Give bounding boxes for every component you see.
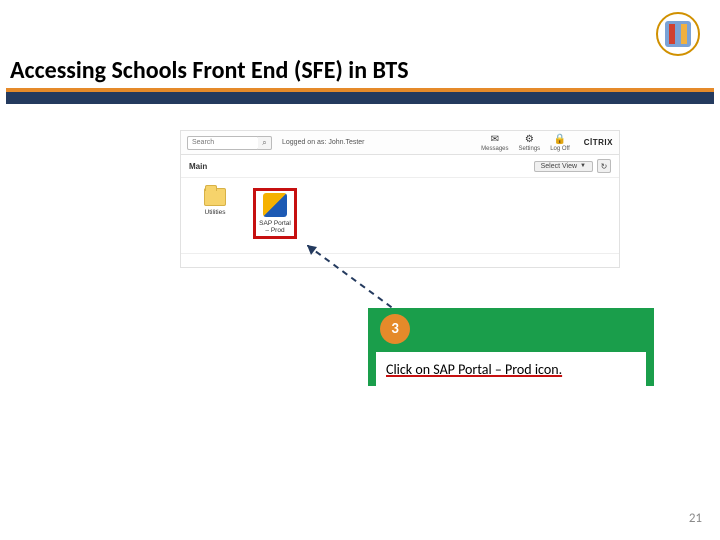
settings-button[interactable]: ⚙ Settings [519, 133, 541, 152]
district-logo [656, 12, 700, 56]
utilities-label: Utilities [205, 209, 226, 216]
breadcrumb-row: Main Select View ▼ ↻ [181, 155, 619, 178]
messages-label: Messages [481, 146, 508, 152]
messages-button[interactable]: ✉ Messages [481, 133, 508, 152]
step-number-badge: 3 [380, 314, 410, 344]
citrix-topbar: Search ⌕ Logged on as: John.Tester ✉ Mes… [181, 131, 619, 155]
sap-portal-label: SAP Portal – Prod [258, 220, 292, 234]
search-icon: ⌕ [262, 138, 266, 148]
select-view-dropdown[interactable]: Select View ▼ [534, 161, 593, 172]
sap-shield-icon [263, 193, 287, 217]
envelope-icon: ✉ [489, 133, 501, 145]
page-number: 21 [689, 511, 702, 526]
refresh-button[interactable]: ↻ [597, 159, 611, 173]
logoff-label: Log Off [550, 146, 570, 152]
slide-title: Accessing Schools Front End (SFE) in BTS [10, 56, 409, 85]
search-input[interactable]: Search [187, 136, 259, 150]
chevron-down-icon: ▼ [580, 163, 586, 169]
logoff-button[interactable]: 🔒 Log Off [550, 133, 570, 152]
select-view-label: Select View [541, 163, 577, 170]
lock-icon: 🔒 [554, 133, 566, 145]
utilities-folder[interactable]: Utilities [193, 188, 237, 239]
citrix-brand: CİTRIX [584, 138, 613, 147]
settings-label: Settings [519, 146, 541, 152]
folder-icon [204, 188, 226, 206]
gear-icon: ⚙ [523, 133, 535, 145]
search-button[interactable]: ⌕ [258, 136, 272, 150]
logged-on-text: Logged on as: John.Tester [282, 139, 365, 146]
sap-portal-prod-app[interactable]: SAP Portal – Prod [253, 188, 297, 239]
main-breadcrumb: Main [189, 162, 207, 171]
apps-row: Utilities SAP Portal – Prod [181, 178, 619, 254]
step-callout: 3 Click on SAP Portal – Prod icon. [368, 308, 654, 394]
refresh-icon: ↻ [601, 162, 608, 171]
step-instruction: Click on SAP Portal – Prod icon. [376, 352, 646, 386]
divider-navy [6, 92, 714, 104]
citrix-portal-screenshot: Search ⌕ Logged on as: John.Tester ✉ Mes… [180, 130, 620, 268]
